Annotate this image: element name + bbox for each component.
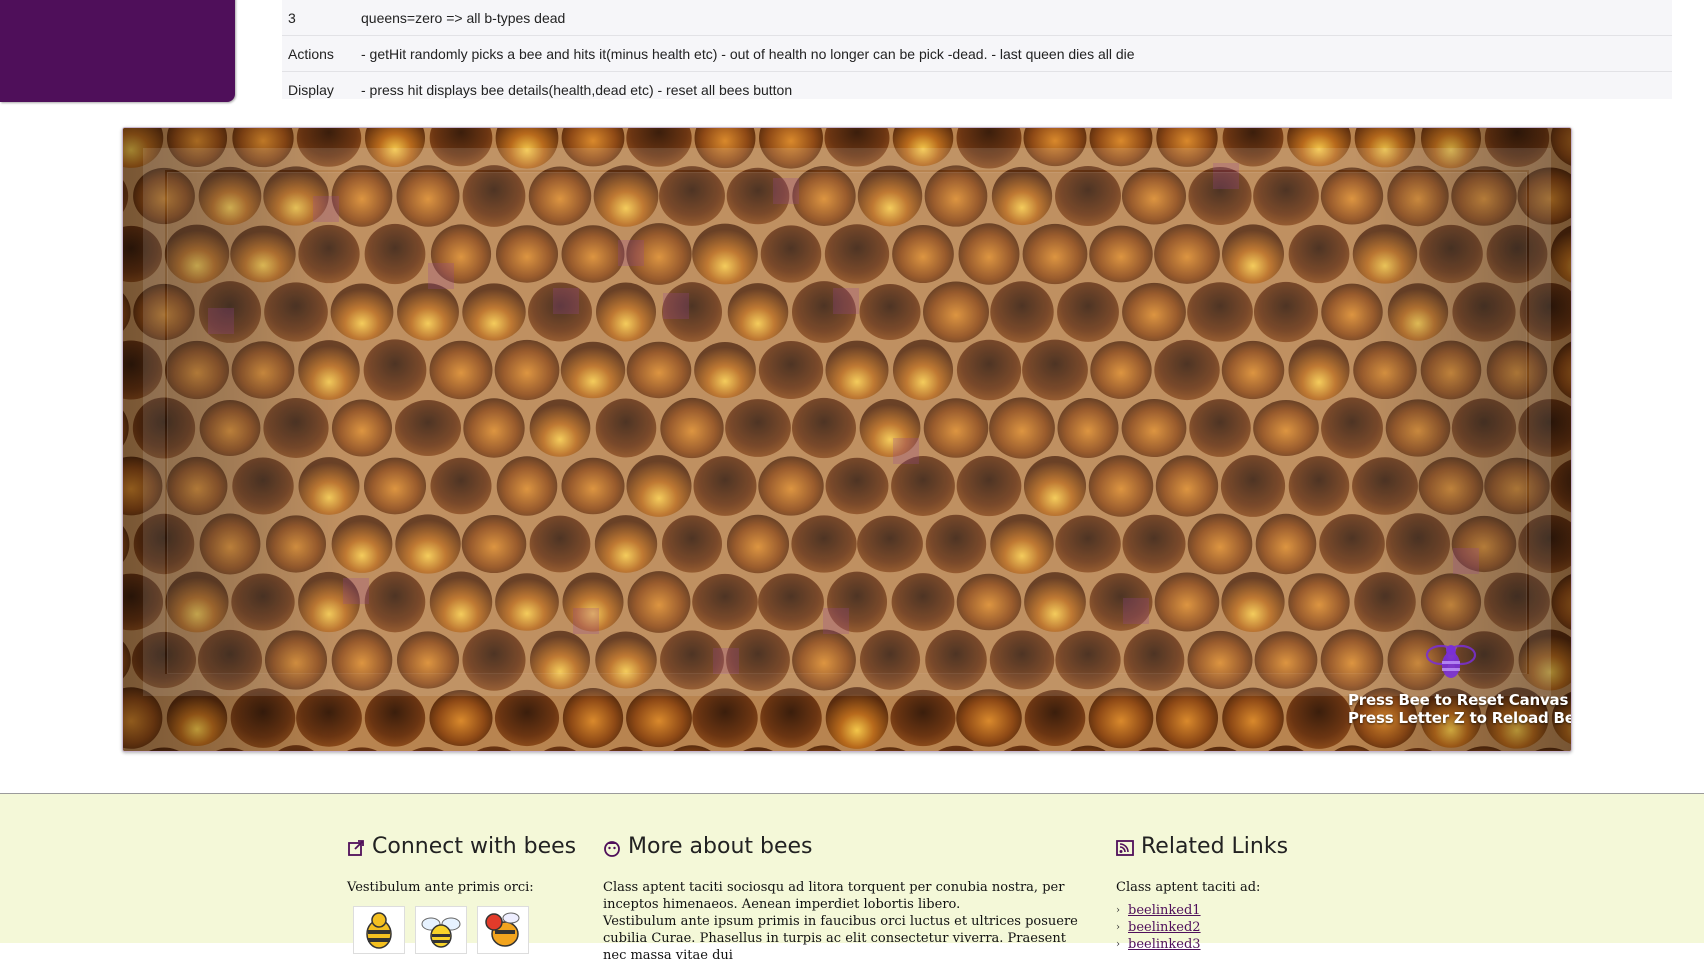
list-item: › beelinked3: [1116, 936, 1416, 953]
chevron-right-icon: ›: [1116, 939, 1120, 950]
connect-title: Connect with bees: [372, 834, 577, 859]
related-link-1[interactable]: beelinked1: [1128, 902, 1201, 919]
table-row: Display - press hit displays bee details…: [282, 72, 1672, 107]
chevron-right-icon: ›: [1116, 922, 1120, 933]
related-heading: Related Links: [1116, 834, 1416, 859]
honeycomb-canvas[interactable]: Press Bee to Reset Canvas Press Letter Z…: [122, 127, 1572, 752]
list-item: › beelinked1: [1116, 902, 1416, 919]
row-value: - press hit displays bee details(health,…: [361, 81, 793, 98]
canvas-instructions: Press Bee to Reset Canvas Press Letter Z…: [1348, 691, 1572, 727]
connect-column: Connect with bees Vestibulum ante primis…: [347, 834, 577, 954]
honeycomb-background: [123, 128, 1571, 751]
footer: Connect with bees Vestibulum ante primis…: [0, 794, 1704, 963]
bee-face-icon: [603, 838, 621, 857]
connect-heading: Connect with bees: [347, 834, 577, 859]
more-heading: More about bees: [603, 834, 1093, 859]
hint-reset: Press Bee to Reset Canvas: [1348, 691, 1569, 709]
related-links-list: › beelinked1 › beelinked2 › beelinked3: [1116, 902, 1416, 953]
list-item: › beelinked2: [1116, 919, 1416, 936]
header-purple-block: [0, 0, 235, 102]
reset-bee-icon[interactable]: [1423, 637, 1479, 683]
rss-feed-icon: [1116, 838, 1134, 856]
more-text-1: Class aptent taciti sociosqu ad litora t…: [603, 880, 1065, 912]
more-text-2: Vestibulum ante ipsum primis in faucibus…: [603, 914, 1078, 963]
related-title: Related Links: [1141, 834, 1289, 859]
row-key: Actions: [288, 45, 334, 62]
bee-cartoon-2-icon[interactable]: [415, 906, 467, 954]
external-link-icon: [347, 838, 365, 856]
related-link-3[interactable]: beelinked3: [1128, 936, 1201, 953]
row-key: 3: [288, 9, 296, 26]
table-row: 3 queens=zero => all b-types dead: [282, 0, 1672, 36]
more-text: Class aptent taciti sociosqu ad litora t…: [603, 879, 1093, 964]
row-key: Display: [288, 81, 334, 98]
related-links-column: Related Links Class aptent taciti ad: › b…: [1116, 834, 1416, 953]
related-text: Class aptent taciti ad:: [1116, 880, 1261, 895]
hint-reload: Press Letter Z to Reload Bees: [1348, 709, 1572, 727]
chevron-right-icon: ›: [1116, 905, 1120, 916]
bee-social-icons: [353, 906, 577, 954]
bee-cartoon-3-icon[interactable]: [477, 906, 529, 954]
more-title: More about bees: [628, 834, 813, 859]
connect-text: Vestibulum ante primis orci:: [347, 880, 534, 895]
more-about-column: More about bees Class aptent taciti soci…: [603, 834, 1093, 964]
bee-cartoon-1-icon[interactable]: [353, 906, 405, 954]
related-link-2[interactable]: beelinked2: [1128, 919, 1201, 936]
requirements-table: 3 queens=zero => all b-types dead Action…: [282, 0, 1672, 99]
row-value: queens=zero => all b-types dead: [361, 9, 566, 26]
table-row: Actions - getHit randomly picks a bee an…: [282, 36, 1672, 72]
row-value: - getHit randomly picks a bee and hits i…: [361, 45, 1135, 62]
